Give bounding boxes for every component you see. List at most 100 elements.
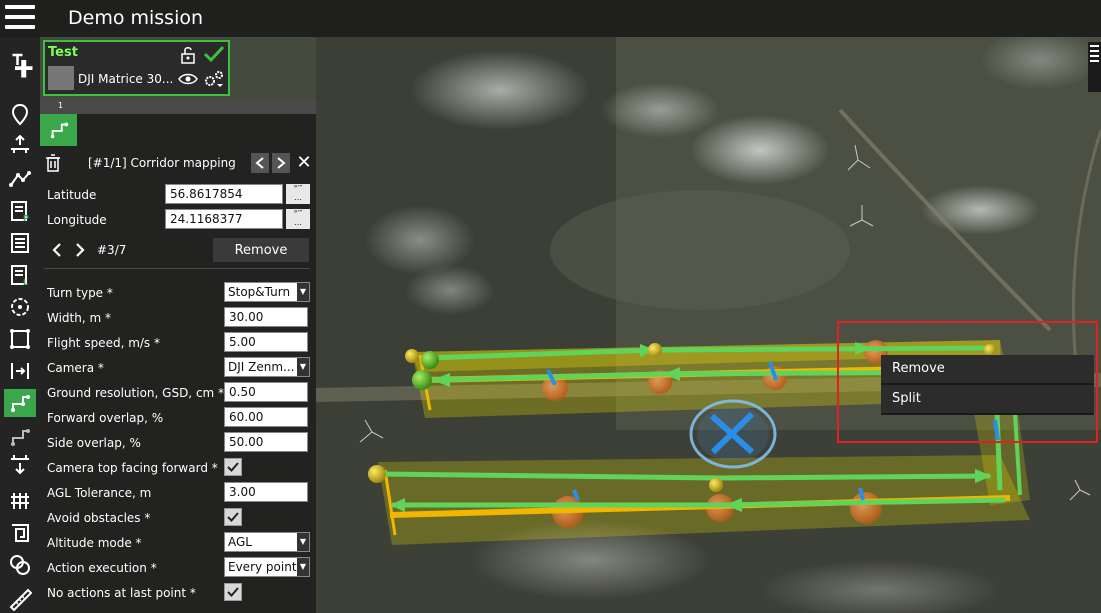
param-input[interactable]: 0.50 xyxy=(224,382,308,402)
longitude-input[interactable]: 24.1168377 xyxy=(165,209,283,229)
waypoint-number: 1 xyxy=(58,101,64,110)
param-select[interactable]: AGL ▼ xyxy=(224,532,310,552)
tool-takeoff[interactable] xyxy=(4,131,36,159)
tool-perimeter[interactable] xyxy=(4,325,36,353)
linear-scan-icon: L xyxy=(11,265,28,287)
param-checkbox[interactable] xyxy=(224,508,242,526)
unlock-icon[interactable] xyxy=(180,46,196,64)
chevron-down-icon: ▼ xyxy=(297,283,309,301)
tool-spiral[interactable] xyxy=(4,519,36,547)
orbit-icon xyxy=(10,555,30,575)
param-input[interactable]: 30.00 xyxy=(224,307,308,327)
tool-vertical-scan[interactable] xyxy=(4,357,36,385)
corridor-alt-icon xyxy=(11,429,30,446)
svg-text:P: P xyxy=(23,214,29,223)
context-menu-split[interactable]: Split xyxy=(881,385,1094,415)
param-checkbox[interactable] xyxy=(224,458,242,476)
takeoff-icon xyxy=(11,134,29,153)
param-input[interactable]: 50.00 xyxy=(224,432,308,452)
chevron-down-icon: ▼ xyxy=(297,558,309,576)
param-label: Altitude mode * xyxy=(47,536,142,550)
segment-header: [#1/1] Corridor mapping ✕ xyxy=(40,151,316,176)
photogrammetry-icon: P xyxy=(11,201,29,223)
segment-title: [#1/1] Corridor mapping xyxy=(88,156,236,170)
param-label: Camera * xyxy=(47,361,104,375)
param-select-value: Every point xyxy=(228,560,297,574)
segment-next-button[interactable] xyxy=(272,153,290,173)
param-label: Ground resolution, GSD, cm * xyxy=(47,386,225,400)
vehicle-model: DJI Matrice 30... xyxy=(78,72,174,86)
checkmark-icon[interactable] xyxy=(203,44,225,64)
segment-prev-button[interactable] xyxy=(251,153,269,173)
param-label: Flight speed, m/s * xyxy=(47,336,160,350)
param-select[interactable]: Stop&Turn ▼ xyxy=(224,282,310,302)
circle-icon xyxy=(11,298,29,316)
hamburger-menu-icon[interactable] xyxy=(5,5,35,31)
svg-text:L: L xyxy=(23,278,28,287)
spiral-icon xyxy=(12,524,29,542)
chevron-down-icon: ▼ xyxy=(297,358,309,376)
tool-ruler[interactable] xyxy=(4,585,36,613)
facade-icon xyxy=(11,493,29,509)
waypoint-tile-corridor[interactable] xyxy=(40,114,77,146)
location-pin-icon xyxy=(11,103,29,126)
tool-orbit[interactable] xyxy=(4,551,36,579)
perimeter-icon xyxy=(10,329,30,349)
area-scan-icon xyxy=(11,233,29,253)
tool-corridor-alt[interactable] xyxy=(4,423,36,451)
point-counter: #3/7 xyxy=(97,243,127,257)
longitude-coord-button[interactable]: °′″… xyxy=(286,209,310,229)
param-select-value: DJI Zenm... xyxy=(228,360,295,374)
chevron-left-icon xyxy=(52,243,61,257)
tool-waypoint[interactable] xyxy=(4,101,36,129)
close-icon[interactable]: ✕ xyxy=(296,154,312,172)
context-menu-remove[interactable]: Remove xyxy=(881,355,1094,385)
param-label: Avoid obstacles * xyxy=(47,511,151,525)
param-label: Camera top facing forward * xyxy=(47,461,218,475)
tool-linear-scan[interactable]: L xyxy=(4,261,36,289)
latitude-label: Latitude xyxy=(47,188,97,202)
vehicle-name: Test xyxy=(48,45,78,60)
tool-photogrammetry[interactable]: P xyxy=(4,197,36,225)
param-label: Width, m * xyxy=(47,311,111,325)
param-select[interactable]: DJI Zenm... ▼ xyxy=(224,357,310,377)
tool-corridor-mapping[interactable] xyxy=(4,389,36,417)
longitude-label: Longitude xyxy=(47,213,107,227)
param-label: Turn type * xyxy=(47,286,113,300)
remove-point-button[interactable]: Remove xyxy=(213,238,309,262)
tool-circle[interactable] xyxy=(4,293,36,321)
latitude-input[interactable]: 56.8617854 xyxy=(165,184,283,204)
param-input[interactable]: 3.00 xyxy=(224,482,308,502)
param-select[interactable]: Every point ▼ xyxy=(224,557,310,577)
trash-icon[interactable] xyxy=(46,154,60,172)
latitude-coord-button[interactable]: °′″… xyxy=(286,184,310,204)
chevron-right-icon xyxy=(277,157,286,169)
chevron-right-icon xyxy=(76,243,85,257)
point-prev-button[interactable] xyxy=(49,241,65,259)
param-input[interactable]: 60.00 xyxy=(224,407,308,427)
land-icon xyxy=(11,455,29,475)
param-label: AGL Tolerance, m xyxy=(47,486,152,500)
vertical-scan-icon xyxy=(11,363,29,379)
tool-area-scan[interactable] xyxy=(4,229,36,257)
eye-icon[interactable] xyxy=(178,72,198,86)
point-next-button[interactable] xyxy=(72,241,88,259)
param-select-value: Stop&Turn xyxy=(228,285,291,299)
tool-facade[interactable] xyxy=(4,487,36,515)
vehicle-card[interactable]: Test DJI Matrice 30... xyxy=(43,40,230,96)
right-menu-icon[interactable] xyxy=(1088,42,1101,92)
route-panel: 1 [#1/1] Corridor mapping ✕ Latitude 56.… xyxy=(40,100,316,613)
param-checkbox[interactable] xyxy=(224,583,242,601)
settings-gears-icon[interactable] xyxy=(203,69,225,89)
param-input[interactable]: 5.00 xyxy=(224,332,308,352)
vehicle-thumbnail xyxy=(48,66,74,90)
route-icon xyxy=(9,171,31,187)
corridor-mapping-icon xyxy=(50,122,68,139)
mission-title: Demo mission xyxy=(68,7,204,29)
context-menu: Remove Split xyxy=(881,355,1094,415)
corridor-mapping-icon xyxy=(11,395,30,412)
tool-land[interactable] xyxy=(4,451,36,479)
add-vehicle-button[interactable] xyxy=(4,43,36,87)
tool-route[interactable] xyxy=(4,165,36,193)
param-label: Forward overlap, % xyxy=(47,411,164,425)
